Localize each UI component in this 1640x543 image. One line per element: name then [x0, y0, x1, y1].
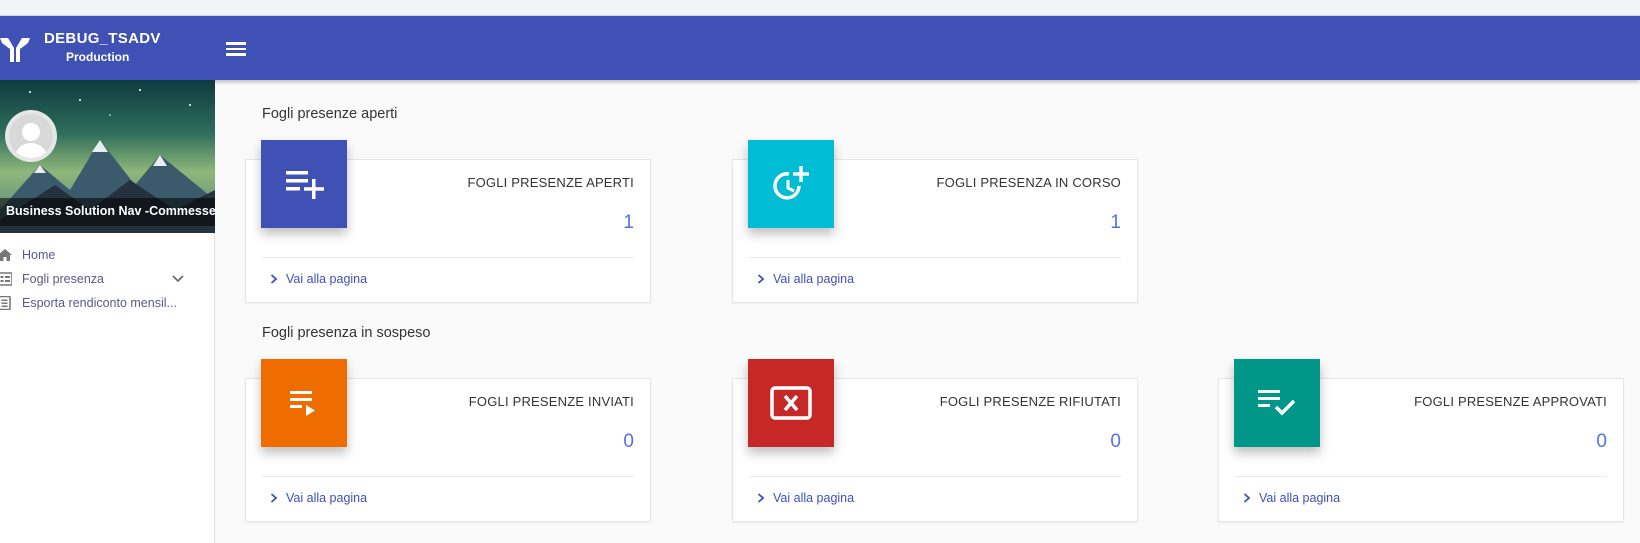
card-count: 1 — [623, 212, 634, 233]
link-label: Vai alla pagina — [773, 272, 855, 286]
card-count: 0 — [623, 431, 634, 452]
card-label: FOGLI PRESENZE RIFIUTATI — [939, 394, 1121, 409]
link-label: Vai alla pagina — [286, 491, 368, 505]
clock-plus-icon — [773, 166, 809, 200]
sidebar-item-esporta-rendiconto[interactable]: Esporta rendiconto mensil... — [0, 291, 215, 315]
card-label: FOGLI PRESENZA IN CORSO — [936, 175, 1121, 190]
tile-clock-plus — [748, 140, 834, 228]
card-count: 1 — [1110, 212, 1121, 233]
browser-bookmarks-bar — [0, 0, 1640, 16]
app-logo-icon — [0, 38, 30, 62]
vai-alla-pagina-link[interactable]: Vai alla pagina — [1243, 491, 1340, 505]
playlist-play-icon — [290, 391, 315, 416]
vai-alla-pagina-link[interactable]: Vai alla pagina — [757, 272, 854, 286]
card-divider — [262, 257, 634, 258]
avatar[interactable] — [5, 110, 57, 162]
sidebar: Business Solution Nav -Commesse Home Fog… — [0, 80, 215, 543]
section-title-aperti: Fogli presenze aperti — [262, 106, 398, 122]
card-count: 0 — [1110, 431, 1121, 452]
document-icon — [0, 296, 11, 310]
chevron-right-icon — [757, 493, 765, 503]
card-divider — [262, 476, 634, 477]
playlist-add-icon — [286, 171, 324, 199]
card-divider — [749, 476, 1121, 477]
card-label: FOGLI PRESENZE APPROVATI — [1414, 394, 1607, 409]
section-title-sospeso: Fogli presenza in sospeso — [262, 325, 431, 341]
chevron-right-icon — [757, 274, 765, 284]
company-name: Business Solution Nav -Commesse — [6, 204, 215, 218]
sidebar-item-label: Esporta rendiconto mensil... — [22, 296, 177, 310]
card-label: FOGLI PRESENZE APERTI — [467, 175, 634, 190]
close-box-icon — [770, 386, 812, 420]
chevron-right-icon — [270, 493, 278, 503]
list-icon — [0, 272, 12, 286]
app-title: DEBUG_TSADV — [44, 30, 161, 47]
tile-close-box — [748, 359, 834, 447]
link-label: Vai alla pagina — [286, 272, 368, 286]
sidebar-nav: Home Fogli presenza Esporta rendiconto m… — [0, 243, 215, 315]
sidebar-item-label: Home — [22, 248, 56, 262]
vai-alla-pagina-link[interactable]: Vai alla pagina — [270, 491, 367, 505]
tile-playlist-play — [261, 359, 347, 447]
home-icon — [0, 249, 12, 261]
tile-playlist-add — [261, 140, 347, 228]
card-count: 0 — [1596, 431, 1607, 452]
sidebar-item-home[interactable]: Home — [0, 243, 215, 267]
card-label: FOGLI PRESENZE INVIATI — [468, 394, 634, 409]
company-strip: Business Solution Nav -Commesse — [0, 198, 215, 226]
chevron-right-icon — [270, 274, 278, 284]
profile-banner: Business Solution Nav -Commesse — [0, 80, 215, 233]
tile-playlist-check — [1234, 359, 1320, 447]
sidebar-item-fogli-presenza[interactable]: Fogli presenza — [0, 267, 215, 291]
link-label: Vai alla pagina — [773, 491, 855, 505]
app-environment: Production — [66, 50, 130, 64]
playlist-check-icon — [1258, 390, 1296, 416]
vai-alla-pagina-link[interactable]: Vai alla pagina — [757, 491, 854, 505]
chevron-right-icon — [1243, 493, 1251, 503]
link-label: Vai alla pagina — [1259, 491, 1341, 505]
hamburger-menu-icon[interactable] — [226, 39, 246, 57]
top-app-bar: DEBUG_TSADV Production — [0, 16, 1640, 80]
card-divider — [1235, 476, 1607, 477]
card-divider — [749, 257, 1121, 258]
vai-alla-pagina-link[interactable]: Vai alla pagina — [270, 272, 367, 286]
sidebar-item-label: Fogli presenza — [22, 272, 104, 286]
chevron-down-icon[interactable] — [172, 273, 184, 285]
